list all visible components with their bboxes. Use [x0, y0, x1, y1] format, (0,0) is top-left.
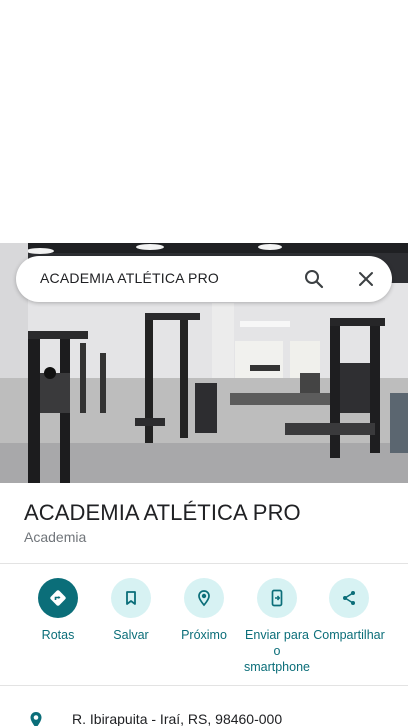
- location-pin-icon: [26, 710, 46, 726]
- search-icon[interactable]: [302, 267, 326, 291]
- divider: [0, 685, 408, 686]
- send-to-phone-button[interactable]: Enviar para o smartphone: [237, 578, 317, 675]
- divider: [0, 563, 408, 564]
- directions-icon: [38, 578, 78, 618]
- share-icon: [329, 578, 369, 618]
- share-label: Compartilhar: [313, 628, 385, 642]
- share-button[interactable]: Compartilhar: [309, 578, 389, 643]
- search-input[interactable]: ACADEMIA ATLÉTICA PRO: [40, 270, 219, 286]
- directions-button[interactable]: Rotas: [18, 578, 98, 643]
- send-to-phone-label: Enviar para o smartphone: [243, 628, 310, 674]
- address-row[interactable]: R. Ibirapuita - Iraí, RS, 98460-000: [0, 700, 408, 726]
- close-icon[interactable]: [354, 267, 378, 291]
- directions-label: Rotas: [41, 628, 75, 642]
- save-button[interactable]: Salvar: [91, 578, 171, 643]
- nearby-button[interactable]: Próximo: [164, 578, 244, 643]
- address-text: R. Ibirapuita - Iraí, RS, 98460-000: [72, 711, 283, 726]
- place-title: ACADEMIA ATLÉTICA PRO: [24, 500, 301, 525]
- send-to-phone-icon: [257, 578, 297, 618]
- nearby-icon: [184, 578, 224, 618]
- bookmark-icon: [111, 578, 151, 618]
- place-category[interactable]: Academia: [24, 529, 86, 545]
- nearby-label: Próximo: [181, 628, 227, 642]
- map-area-blank: [0, 0, 408, 243]
- search-bar[interactable]: ACADEMIA ATLÉTICA PRO: [16, 256, 392, 302]
- save-label: Salvar: [113, 628, 149, 642]
